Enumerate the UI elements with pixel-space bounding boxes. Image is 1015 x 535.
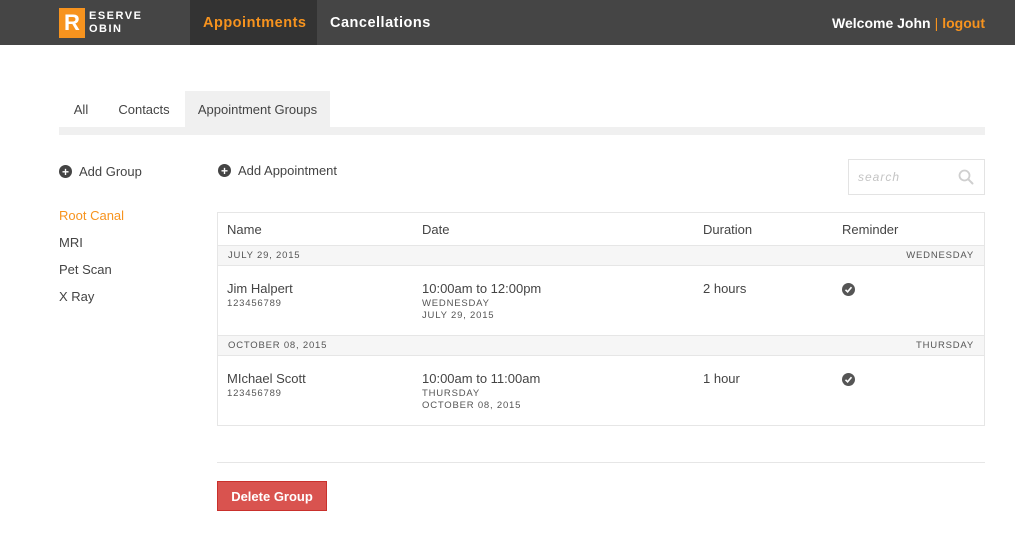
appointment-day: THURSDAY [422, 388, 480, 399]
welcome-text: Welcome John [832, 14, 931, 31]
appointment-full-date: OCTOBER 08, 2015 [422, 400, 522, 411]
appointment-day: WEDNESDAY [422, 298, 490, 309]
column-header-duration[interactable]: Duration [703, 222, 752, 237]
add-appointment-button[interactable]: + Add Appointment [218, 163, 337, 178]
appointment-reminder [842, 371, 855, 386]
logout-link[interactable]: logout [942, 15, 985, 31]
add-group-label: Add Group [79, 164, 142, 179]
plus-circle-icon: + [218, 164, 231, 177]
column-header-date[interactable]: Date [422, 222, 449, 237]
date-group-weekday: WEDNESDAY [906, 250, 974, 261]
appointment-reminder [842, 281, 855, 296]
group-item-root-canal[interactable]: Root Canal [59, 208, 124, 235]
date-group-date: OCTOBER 08, 2015 [228, 340, 328, 351]
search-icon[interactable] [958, 169, 974, 185]
logo-wordmark: ESERVE OBIN [89, 10, 142, 36]
appointment-full-date: JULY 29, 2015 [422, 310, 495, 321]
user-welcome: Welcome John | logout [832, 0, 985, 45]
plus-circle-icon: + [59, 165, 72, 178]
search-input[interactable] [858, 170, 958, 184]
logo-line-1: ESERVE [89, 10, 143, 22]
date-group-header: OCTOBER 08, 2015 THURSDAY [218, 335, 984, 356]
tab-contacts[interactable]: Contacts [103, 91, 185, 127]
date-group-header: JULY 29, 2015 WEDNESDAY [218, 245, 984, 266]
appointments-table: Name Date Duration Reminder JULY 29, 201… [217, 212, 985, 426]
appointment-time: 10:00am to 11:00am [422, 371, 541, 386]
appointment-date: 10:00am to 12:00pm WEDNESDAY JULY 29, 20… [422, 281, 541, 322]
table-row[interactable]: Jim Halpert 123456789 10:00am to 12:00pm… [218, 267, 984, 337]
appointment-contact: Jim Halpert 123456789 [227, 281, 293, 310]
content-tabs: All Contacts Appointment Groups [59, 91, 985, 135]
add-appointment-label: Add Appointment [238, 163, 338, 178]
group-item-x-ray[interactable]: X Ray [59, 289, 124, 316]
check-circle-icon[interactable] [842, 373, 855, 386]
app-logo[interactable]: R ESERVE OBIN [59, 8, 142, 38]
appointment-duration: 2 hours [703, 281, 747, 296]
contact-name[interactable]: MIchael Scott [227, 371, 306, 387]
contact-phone: 123456789 [227, 388, 282, 399]
appointment-duration: 1 hour [703, 371, 740, 386]
delete-group-button[interactable]: Delete Group [217, 481, 327, 511]
nav-tab-appointments[interactable]: Appointments [190, 0, 317, 45]
logo-mark: R [59, 8, 85, 38]
logo-line-2: OBIN [89, 23, 123, 35]
date-group-date: JULY 29, 2015 [228, 250, 301, 261]
column-header-name[interactable]: Name [227, 222, 262, 237]
nav-tab-cancellations[interactable]: Cancellations [317, 0, 444, 45]
top-navbar: R ESERVE OBIN Appointments Cancellations… [0, 0, 1015, 45]
appointment-time: 10:00am to 12:00pm [422, 281, 542, 296]
appointment-date: 10:00am to 11:00am THURSDAY OCTOBER 08, … [422, 371, 540, 412]
column-header-reminder[interactable]: Reminder [842, 222, 898, 237]
table-header: Name Date Duration Reminder [218, 213, 984, 246]
tab-all[interactable]: All [59, 91, 103, 127]
date-group-weekday: THURSDAY [916, 340, 974, 351]
add-group-button[interactable]: + Add Group [59, 164, 142, 179]
welcome-separator: | [934, 14, 939, 31]
group-item-mri[interactable]: MRI [59, 235, 124, 262]
search-box [848, 159, 985, 195]
tab-appointment-groups[interactable]: Appointment Groups [185, 91, 330, 127]
contact-phone: 123456789 [227, 298, 282, 309]
group-list: Root Canal MRI Pet Scan X Ray [59, 208, 124, 316]
contact-name[interactable]: Jim Halpert [227, 281, 293, 297]
check-circle-icon[interactable] [842, 283, 855, 296]
appointment-contact: MIchael Scott 123456789 [227, 371, 306, 400]
section-divider [217, 462, 985, 463]
table-row[interactable]: MIchael Scott 123456789 10:00am to 11:00… [218, 357, 984, 427]
group-item-pet-scan[interactable]: Pet Scan [59, 262, 124, 289]
